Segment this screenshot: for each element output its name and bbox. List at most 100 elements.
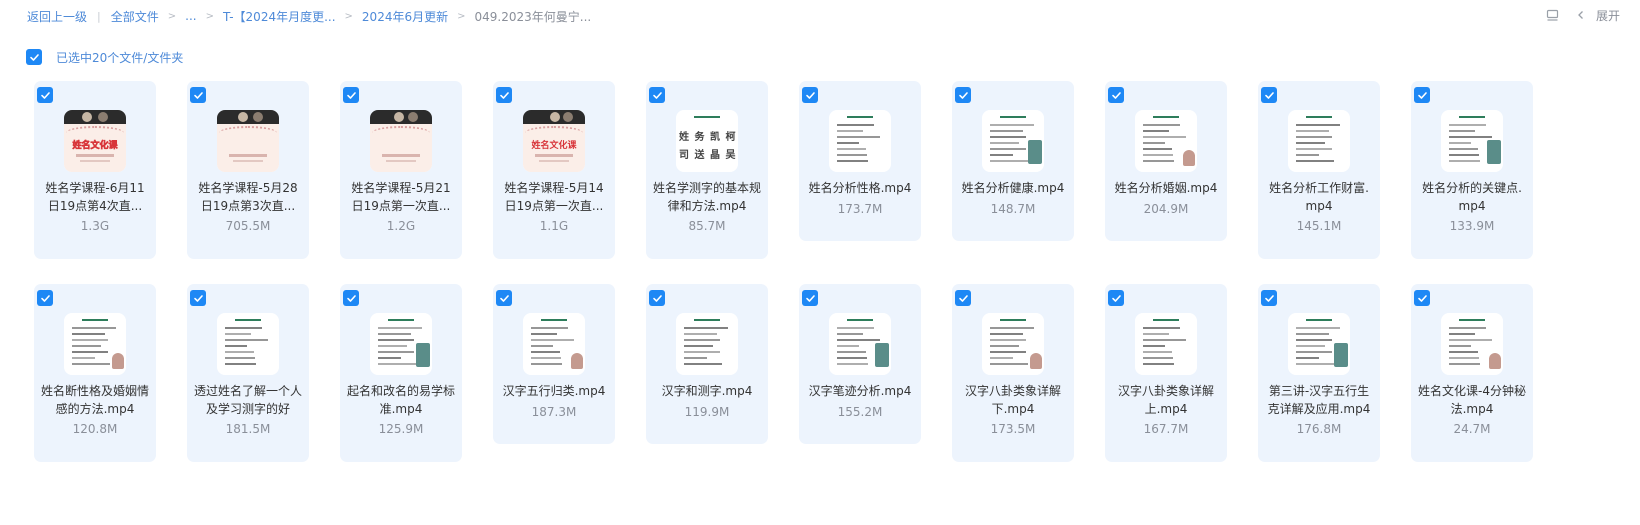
file-card[interactable]: 姓名分析性格.mp4 173.7M xyxy=(799,81,921,241)
file-card[interactable]: 透过姓名了解一个人及学习测字的好 181.5M xyxy=(187,284,309,462)
check-icon xyxy=(958,294,968,302)
file-size: 1.1G xyxy=(539,219,569,233)
file-card[interactable]: 汉字和测字.mp4 119.9M xyxy=(646,284,768,444)
file-card[interactable]: 姓名分析的关键点.mp4 133.9M xyxy=(1411,81,1533,259)
file-card[interactable]: 姓名文化课 姓名学课程-5月14日19点第一次直... 1.1G xyxy=(493,81,615,259)
check-icon xyxy=(1111,294,1121,302)
file-card[interactable]: 姓名断性格及婚姻情感的方法.mp4 120.8M xyxy=(34,284,156,462)
file-checkbox[interactable] xyxy=(955,87,971,103)
list-view-icon[interactable] xyxy=(1546,8,1560,22)
chevron-right-icon: > xyxy=(457,10,466,22)
selection-bar: 已选中20个文件/文件夹 xyxy=(26,48,183,66)
check-icon xyxy=(1111,91,1121,99)
file-thumbnail xyxy=(829,313,891,375)
file-size: 125.9M xyxy=(378,422,424,436)
file-card[interactable]: 起名和改名的易学标准.mp4 125.9M xyxy=(340,284,462,462)
file-checkbox[interactable] xyxy=(1261,87,1277,103)
file-card[interactable]: 姓 务 凯 柯 胡司 送 晶 吴 荫姓名学测字的基本规律和方法.mp4 85.7M xyxy=(646,81,768,259)
file-size: 148.7M xyxy=(990,202,1036,216)
check-icon xyxy=(1264,91,1274,99)
file-thumbnail xyxy=(64,313,126,375)
check-icon xyxy=(346,91,356,99)
file-checkbox[interactable] xyxy=(1414,290,1430,306)
back-link[interactable]: 返回上一级 xyxy=(27,8,87,25)
breadcrumb-divider: | xyxy=(97,9,101,23)
file-checkbox[interactable] xyxy=(496,290,512,306)
file-checkbox[interactable] xyxy=(496,87,512,103)
file-size: 133.9M xyxy=(1449,219,1495,233)
file-name: 姓名断性格及婚姻情感的方法.mp4 xyxy=(40,384,149,416)
file-thumbnail xyxy=(829,110,891,172)
file-checkbox[interactable] xyxy=(1414,87,1430,103)
file-size: 1.2G xyxy=(386,219,416,233)
file-checkbox[interactable] xyxy=(343,290,359,306)
view-controls: 展开 xyxy=(1546,6,1620,24)
breadcrumb-ellipsis[interactable]: ... xyxy=(185,9,196,23)
file-checkbox[interactable] xyxy=(1108,87,1124,103)
file-card[interactable]: 姓名文化课 姓名学课程-6月11日19点第4次直... 1.3G xyxy=(34,81,156,259)
file-checkbox[interactable] xyxy=(343,87,359,103)
file-card[interactable]: 姓名文化课-4分钟秘法.mp4 24.7M xyxy=(1411,284,1533,462)
file-card[interactable]: 第三讲-汉字五行生克详解及应用.mp4 176.8M xyxy=(1258,284,1380,462)
check-icon xyxy=(805,294,815,302)
file-name: 第三讲-汉字五行生克详解及应用.mp4 xyxy=(1267,384,1371,416)
file-thumbnail: 姓 务 凯 柯 胡司 送 晶 吴 荫 xyxy=(676,110,738,172)
file-size: 176.8M xyxy=(1296,422,1342,436)
file-size: 173.7M xyxy=(837,202,883,216)
file-card[interactable]: 汉字八卦类象详解下.mp4 173.5M xyxy=(952,284,1074,462)
file-card[interactable]: 姓名分析工作财富.mp4 145.1M xyxy=(1258,81,1380,259)
file-name: 汉字八卦类象详解上.mp4 xyxy=(1117,384,1214,416)
check-icon xyxy=(652,294,662,302)
file-checkbox[interactable] xyxy=(190,87,206,103)
file-card[interactable]: 姓名分析健康.mp4 148.7M xyxy=(952,81,1074,241)
file-thumbnail xyxy=(982,313,1044,375)
select-all-checkbox[interactable] xyxy=(26,49,42,65)
expand-button[interactable]: 展开 xyxy=(1574,7,1620,24)
file-name: 起名和改名的易学标准.mp4 xyxy=(346,384,455,416)
file-card[interactable]: 姓名学课程-5月21日19点第一次直... 1.2G xyxy=(340,81,462,259)
file-size: 181.5M xyxy=(225,422,271,436)
breadcrumb-current: 049.2023年何曼宁... xyxy=(474,9,592,24)
file-size: 173.5M xyxy=(990,422,1036,436)
file-size: 204.9M xyxy=(1143,202,1189,216)
file-checkbox[interactable] xyxy=(802,87,818,103)
file-card[interactable]: 汉字八卦类象详解上.mp4 167.7M xyxy=(1105,284,1227,462)
file-name: 姓名分析健康.mp4 xyxy=(961,181,1065,195)
file-card[interactable]: 汉字五行归类.mp4 187.3M xyxy=(493,284,615,444)
file-thumbnail xyxy=(370,313,432,375)
file-thumbnail xyxy=(1441,110,1503,172)
file-checkbox[interactable] xyxy=(802,290,818,306)
file-card[interactable]: 姓名分析婚姻.mp4 204.9M xyxy=(1105,81,1227,241)
chevron-left-icon xyxy=(1574,8,1588,22)
file-size: 705.5M xyxy=(225,219,271,233)
file-size: 187.3M xyxy=(531,405,577,419)
file-checkbox[interactable] xyxy=(1108,290,1124,306)
file-name: 姓名分析婚姻.mp4 xyxy=(1114,181,1218,195)
chevron-right-icon: > xyxy=(167,10,177,22)
file-name: 汉字五行归类.mp4 xyxy=(502,384,606,398)
file-checkbox[interactable] xyxy=(37,87,53,103)
file-checkbox[interactable] xyxy=(649,290,665,306)
file-name: 姓名文化课-4分钟秘法.mp4 xyxy=(1418,384,1526,416)
check-icon xyxy=(193,294,203,302)
breadcrumb-folder-monthly[interactable]: T-【2024年月度更... xyxy=(223,8,336,25)
file-checkbox[interactable] xyxy=(1261,290,1277,306)
file-name: 汉字和测字.mp4 xyxy=(661,384,753,398)
check-icon xyxy=(29,53,39,61)
check-icon xyxy=(499,91,509,99)
file-checkbox[interactable] xyxy=(955,290,971,306)
file-name: 姓名学课程-5月28日19点第3次直... xyxy=(198,181,298,213)
file-name: 姓名分析的关键点.mp4 xyxy=(1422,181,1522,213)
file-card[interactable]: 汉字笔迹分析.mp4 155.2M xyxy=(799,284,921,444)
file-checkbox[interactable] xyxy=(37,290,53,306)
file-card[interactable]: 姓名学课程-5月28日19点第3次直... 705.5M xyxy=(187,81,309,259)
thumbnail-title: 姓名文化课 xyxy=(72,141,118,152)
check-icon xyxy=(499,294,509,302)
file-size: 85.7M xyxy=(688,219,726,233)
file-checkbox[interactable] xyxy=(649,87,665,103)
breadcrumb-folder-june[interactable]: 2024年6月更新 xyxy=(362,8,448,25)
file-thumbnail xyxy=(676,313,738,375)
file-checkbox[interactable] xyxy=(190,290,206,306)
check-icon xyxy=(1417,91,1427,99)
breadcrumb-all-files[interactable]: 全部文件 xyxy=(111,8,159,25)
